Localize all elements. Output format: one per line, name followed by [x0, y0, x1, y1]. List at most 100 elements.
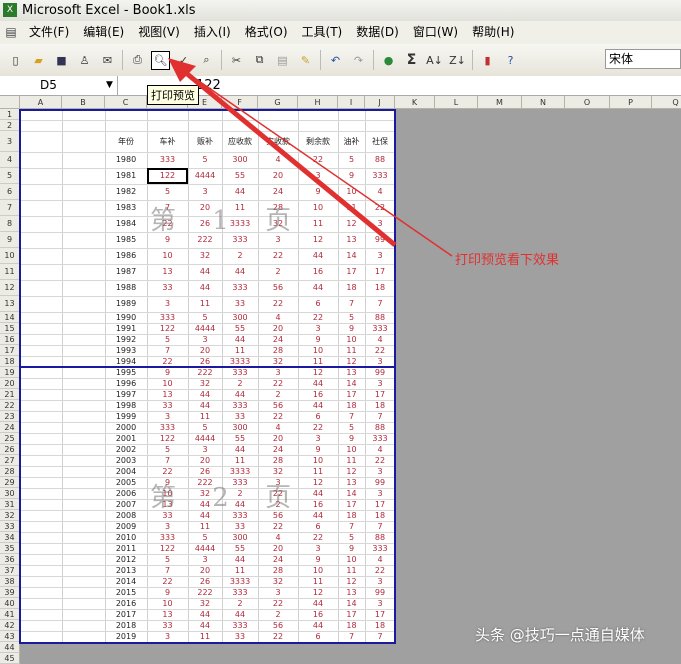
value-cell[interactable]: 44: [188, 400, 222, 411]
value-cell[interactable]: 99: [365, 587, 395, 598]
value-cell[interactable]: 24: [258, 444, 298, 455]
value-cell[interactable]: 24: [258, 554, 298, 565]
value-cell[interactable]: 24: [258, 334, 298, 345]
menu-item[interactable]: 数据(D): [349, 21, 406, 44]
value-cell[interactable]: 18: [365, 620, 395, 631]
value-cell[interactable]: 300: [222, 422, 258, 433]
value-cell[interactable]: 9: [338, 433, 365, 444]
value-cell[interactable]: 3: [298, 168, 338, 184]
help-icon[interactable]: ?: [501, 51, 520, 70]
year-cell[interactable]: 2009: [105, 521, 147, 532]
value-cell[interactable]: 56: [258, 620, 298, 631]
value-cell[interactable]: 222: [188, 367, 222, 378]
value-cell[interactable]: 7: [365, 411, 395, 422]
column-header-B[interactable]: B: [62, 96, 105, 109]
value-cell[interactable]: 33: [147, 620, 188, 631]
year-cell[interactable]: 2006: [105, 488, 147, 499]
value-cell[interactable]: 32: [258, 576, 298, 587]
value-cell[interactable]: 3: [188, 334, 222, 345]
value-cell[interactable]: 33: [147, 400, 188, 411]
font-name-select[interactable]: 宋体: [605, 49, 681, 69]
value-cell[interactable]: 11: [222, 345, 258, 356]
row-header[interactable]: 4: [0, 152, 20, 168]
value-cell[interactable]: 22: [258, 521, 298, 532]
value-cell[interactable]: 333: [222, 280, 258, 296]
value-cell[interactable]: 44: [222, 264, 258, 280]
row-header[interactable]: 7: [0, 200, 20, 216]
value-cell[interactable]: 33: [222, 631, 258, 642]
sort-ascending-icon[interactable]: A↓: [425, 51, 444, 70]
cut-icon[interactable]: ✂: [227, 51, 246, 70]
value-cell[interactable]: 17: [338, 609, 365, 620]
workbook-icon[interactable]: ▤: [0, 21, 22, 44]
row-header[interactable]: 44: [0, 642, 20, 653]
value-cell[interactable]: 9: [338, 168, 365, 184]
menu-item[interactable]: 文件(F): [22, 21, 76, 44]
value-cell[interactable]: 55: [222, 433, 258, 444]
row-header[interactable]: 14: [0, 312, 20, 323]
value-cell[interactable]: 5: [188, 152, 222, 168]
value-cell[interactable]: 5: [147, 554, 188, 565]
value-cell[interactable]: 10: [338, 334, 365, 345]
row-header[interactable]: 13: [0, 296, 20, 312]
value-cell[interactable]: 44: [298, 620, 338, 631]
value-cell[interactable]: 3: [365, 466, 395, 477]
value-cell[interactable]: 6: [298, 411, 338, 422]
year-cell[interactable]: 2002: [105, 444, 147, 455]
value-cell[interactable]: 12: [338, 216, 365, 232]
value-cell[interactable]: 13: [338, 587, 365, 598]
value-cell[interactable]: 33: [222, 411, 258, 422]
open-icon[interactable]: ▰: [29, 51, 48, 70]
value-cell[interactable]: 28: [258, 565, 298, 576]
row-header[interactable]: 30: [0, 488, 20, 499]
value-cell[interactable]: 99: [365, 367, 395, 378]
value-cell[interactable]: 32: [188, 598, 222, 609]
row-header[interactable]: 43: [0, 631, 20, 642]
value-cell[interactable]: 17: [338, 264, 365, 280]
value-cell[interactable]: 11: [188, 631, 222, 642]
row-header[interactable]: 21: [0, 389, 20, 400]
value-cell[interactable]: 2: [258, 389, 298, 400]
value-cell[interactable]: 3: [147, 296, 188, 312]
value-cell[interactable]: 4444: [188, 433, 222, 444]
value-cell[interactable]: 20: [188, 565, 222, 576]
value-cell[interactable]: 11: [222, 565, 258, 576]
value-cell[interactable]: 9: [298, 334, 338, 345]
row-header[interactable]: 39: [0, 587, 20, 598]
year-cell[interactable]: 2016: [105, 598, 147, 609]
value-cell[interactable]: 300: [222, 152, 258, 168]
value-cell[interactable]: 7: [338, 631, 365, 642]
column-header-C[interactable]: C: [105, 96, 147, 109]
value-cell[interactable]: 300: [222, 532, 258, 543]
select-all-corner[interactable]: [0, 96, 20, 109]
value-cell[interactable]: 222: [188, 587, 222, 598]
value-cell[interactable]: 56: [258, 280, 298, 296]
value-cell[interactable]: 32: [188, 248, 222, 264]
value-cell[interactable]: 333: [365, 168, 395, 184]
value-cell[interactable]: 17: [365, 264, 395, 280]
value-cell[interactable]: 7: [365, 631, 395, 642]
year-cell[interactable]: 2001: [105, 433, 147, 444]
value-cell[interactable]: 33: [147, 280, 188, 296]
value-cell[interactable]: 18: [365, 510, 395, 521]
year-cell[interactable]: 1981: [105, 168, 147, 184]
value-cell[interactable]: 9: [298, 184, 338, 200]
menu-item[interactable]: 窗口(W): [406, 21, 465, 44]
email-icon[interactable]: ✉: [98, 51, 117, 70]
value-cell[interactable]: 7: [147, 455, 188, 466]
value-cell[interactable]: 17: [338, 389, 365, 400]
row-header[interactable]: 16: [0, 334, 20, 345]
header-cell[interactable]: 社保: [365, 131, 395, 152]
value-cell[interactable]: 26: [188, 466, 222, 477]
header-cell[interactable]: 剩余款: [298, 131, 338, 152]
value-cell[interactable]: 9: [298, 554, 338, 565]
value-cell[interactable]: 11: [188, 411, 222, 422]
value-cell[interactable]: 44: [188, 264, 222, 280]
year-cell[interactable]: 1987: [105, 264, 147, 280]
year-cell[interactable]: 2015: [105, 587, 147, 598]
menu-item[interactable]: 编辑(E): [76, 21, 131, 44]
value-cell[interactable]: 44: [188, 620, 222, 631]
value-cell[interactable]: 28: [258, 455, 298, 466]
value-cell[interactable]: 5: [338, 152, 365, 168]
value-cell[interactable]: 18: [365, 280, 395, 296]
